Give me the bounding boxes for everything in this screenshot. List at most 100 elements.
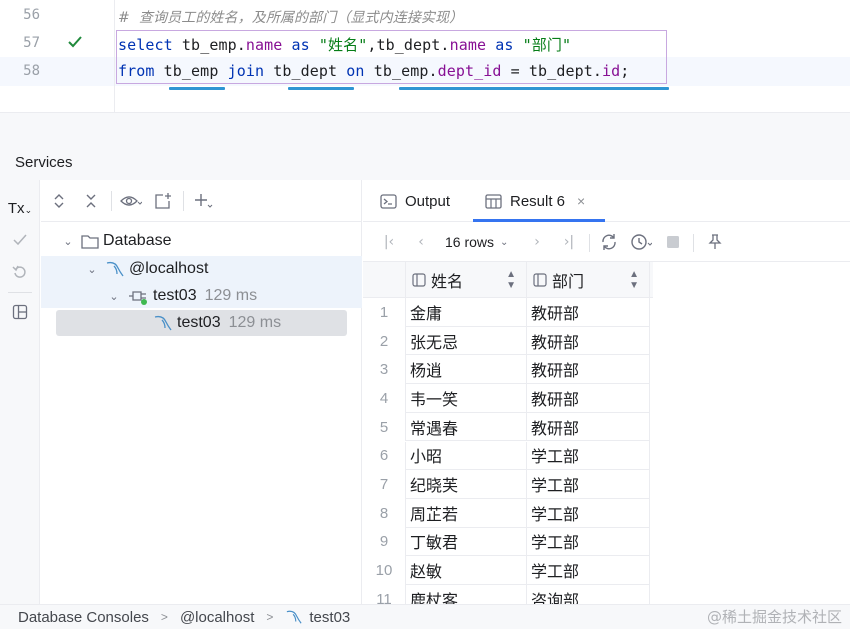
collapse-all-button[interactable]	[79, 189, 103, 213]
table-cell-dept[interactable]: 学工部	[526, 556, 649, 585]
next-page-button[interactable]: ›	[525, 230, 549, 254]
editor-panel-divider[interactable]	[0, 112, 850, 148]
breadcrumb-item[interactable]: test03	[309, 609, 350, 626]
prev-page-button[interactable]: ‹	[409, 230, 433, 254]
tree-node-duration: 129 ms	[228, 314, 282, 331]
join-condition-underline	[399, 87, 669, 90]
table-cell-name[interactable]: 赵敏	[405, 556, 526, 585]
breadcrumb-item[interactable]: Database Consoles	[18, 609, 149, 626]
code-line-57[interactable]: select tb_emp.name as "姓名",tb_dept.name …	[118, 34, 571, 55]
row-number[interactable]: 8	[363, 498, 405, 528]
code-line-58[interactable]: from tb_emp join tb_dept on tb_emp.dept_…	[118, 62, 629, 80]
add-service-button[interactable]	[191, 189, 215, 213]
result-toolbar: |‹ ‹ 16 rows ⌄ › ›|	[363, 222, 850, 262]
clock-icon	[631, 234, 652, 250]
toolbar-separator	[183, 191, 184, 211]
row-number[interactable]: 10	[363, 556, 405, 585]
plus-icon	[195, 194, 213, 208]
pin-tab-button[interactable]	[703, 230, 727, 254]
table-cell-dept[interactable]: 教研部	[526, 326, 649, 356]
table-cell-name[interactable]: 张无忌	[405, 326, 526, 356]
table-ref-underline	[288, 87, 354, 90]
transaction-mode-button[interactable]: Tx ⌄	[7, 196, 33, 220]
chevron-down-icon[interactable]: ⌄	[61, 235, 75, 248]
column-title: 部门	[552, 274, 585, 291]
console-icon	[380, 193, 397, 209]
chevron-down-icon[interactable]: ⌄	[107, 290, 121, 303]
view-options-button[interactable]	[119, 189, 143, 213]
table-cell-dept[interactable]: 学工部	[526, 441, 649, 471]
tree-node-duration: 129 ms	[204, 287, 258, 304]
last-page-button[interactable]: ›|	[557, 230, 581, 254]
row-number[interactable]: 4	[363, 384, 405, 413]
tab-result[interactable]: Result 6 ×	[485, 180, 585, 222]
expand-all-button[interactable]	[47, 189, 71, 213]
table-cell-dept[interactable]: 学工部	[526, 527, 649, 557]
first-page-button[interactable]: |‹	[377, 230, 401, 254]
layout-button[interactable]	[7, 300, 33, 324]
result-panel: Output Result 6 × |‹ ‹ 16 rows ⌄ › ›| 姓名…	[363, 180, 850, 604]
new-group-button[interactable]	[151, 189, 175, 213]
row-number[interactable]: 3	[363, 355, 405, 385]
table-cell-name[interactable]: 纪晓芙	[405, 470, 526, 499]
code-token: select	[118, 36, 173, 54]
code-token: name	[245, 36, 283, 54]
tree-node-localhost[interactable]: ⌄ @localhost	[85, 256, 208, 282]
table-cell-dept[interactable]: 咨询部	[526, 585, 649, 604]
chevron-down-icon: ⌄	[500, 236, 509, 248]
row-number[interactable]: 7	[363, 470, 405, 499]
table-cell-name[interactable]: 韦一笑	[405, 384, 526, 413]
history-button[interactable]	[629, 230, 653, 254]
tree-node-database[interactable]: ⌄ Database	[61, 228, 171, 254]
mysql-icon	[285, 609, 303, 625]
tab-label: Result 6	[510, 192, 566, 210]
row-number[interactable]: 9	[363, 527, 405, 557]
table-cell-dept[interactable]: 教研部	[526, 384, 649, 413]
sql-editor[interactable]: 56 57 58 # 查询员工的姓名，及所属的部门（显式内连接实现） selec…	[0, 0, 850, 112]
tree-node-console[interactable]: test03 129 ms	[153, 310, 281, 336]
chevron-down-icon[interactable]: ⌄	[85, 263, 99, 276]
stop-button[interactable]	[661, 230, 685, 254]
pin-icon	[708, 234, 722, 249]
code-token: = tb_dept.	[501, 62, 602, 80]
table-cell-dept[interactable]: 教研部	[526, 412, 649, 442]
close-icon[interactable]: ×	[577, 193, 585, 209]
refresh-icon	[602, 234, 616, 250]
table-cell-dept[interactable]: 学工部	[526, 470, 649, 499]
row-number[interactable]: 5	[363, 412, 405, 442]
table-cell-name[interactable]: 常遇春	[405, 412, 526, 442]
rows-per-page-dropdown[interactable]: 16 rows ⌄	[445, 230, 508, 254]
table-cell-dept[interactable]: 教研部	[526, 355, 649, 385]
table-cell-name[interactable]: 小昭	[405, 441, 526, 471]
table-cell-name[interactable]: 丁敏君	[405, 527, 526, 557]
row-number[interactable]: 1	[363, 298, 405, 327]
code-token: tb_emp	[154, 62, 228, 80]
table-cell-name[interactable]: 金庸	[405, 298, 526, 327]
tab-output[interactable]: Output	[380, 180, 450, 222]
collapse-all-icon	[86, 194, 96, 208]
row-number[interactable]: 2	[363, 326, 405, 356]
rollback-button[interactable]	[7, 260, 33, 284]
commit-button[interactable]	[7, 228, 33, 252]
sort-icon[interactable]: ▲ ▼	[506, 269, 516, 291]
sort-icon[interactable]: ▲ ▼	[629, 269, 639, 291]
tree-node-session[interactable]: ⌄ test03 129 ms	[107, 283, 257, 309]
services-tree-panel: ⌄ Database ⌄ @localhost ⌄ test03 129 ms …	[41, 180, 362, 604]
chevron-right-icon: >	[266, 610, 274, 624]
row-number[interactable]: 6	[363, 441, 405, 471]
row-number[interactable]: 11	[363, 585, 405, 604]
table-cell-name[interactable]: 鹿杖客	[405, 585, 526, 604]
column-icon	[412, 273, 426, 287]
table-cell-name[interactable]: 周芷若	[405, 498, 526, 528]
strip-separator	[8, 292, 32, 293]
code-token: as	[282, 36, 319, 54]
table-cell-dept[interactable]: 教研部	[526, 298, 649, 327]
breadcrumb-item[interactable]: @localhost	[180, 609, 254, 626]
column-header-name[interactable]: 姓名 ▲ ▼	[405, 262, 526, 298]
table-icon	[485, 193, 502, 209]
table-cell-dept[interactable]: 学工部	[526, 498, 649, 528]
code-token: "部门"	[522, 36, 572, 54]
refresh-button[interactable]	[597, 230, 621, 254]
column-header-dept[interactable]: 部门 ▲ ▼	[526, 262, 649, 298]
table-cell-name[interactable]: 杨逍	[405, 355, 526, 385]
